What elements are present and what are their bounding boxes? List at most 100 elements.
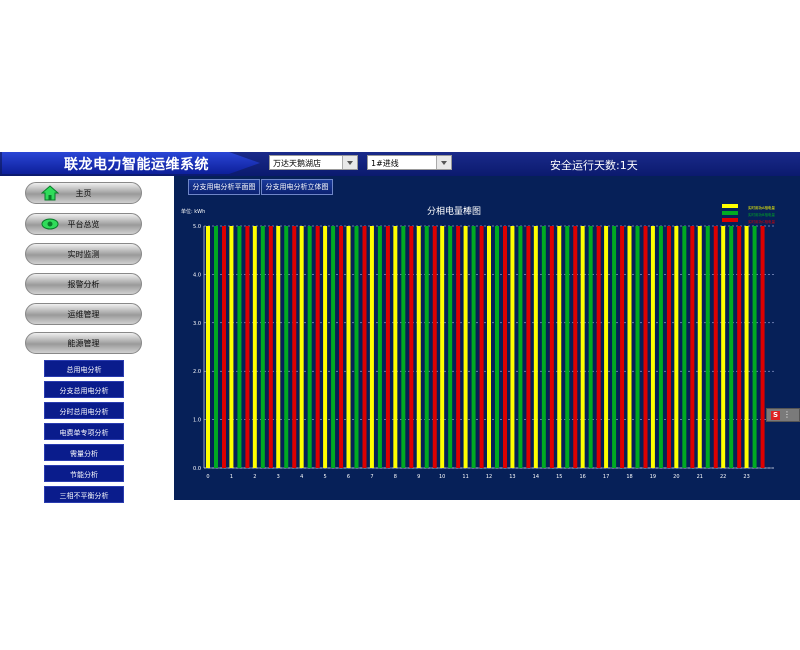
bar-a-phase: [252, 226, 257, 468]
bar-b-phase: [635, 226, 640, 468]
bar-b-phase: [658, 226, 663, 468]
submenu-label: 节能分析: [70, 471, 98, 479]
legend-label: 实时用功A相电量: [748, 205, 775, 210]
x-tick-label: 11: [462, 474, 468, 480]
bar-b-phase: [214, 226, 218, 468]
menu-item-energy[interactable]: 能源管理: [25, 332, 142, 354]
y-tick-label: 3.0: [193, 321, 201, 327]
line-select-value: 1#进线: [371, 159, 399, 168]
y-tick-label: 0.0: [193, 466, 201, 472]
bar-b-phase: [565, 226, 570, 468]
x-tick-label: 5: [323, 474, 326, 480]
bar-a-phase: [206, 226, 210, 468]
x-tick-label: 10: [439, 474, 445, 480]
submenu-bill-analysis[interactable]: 电费单专项分析: [44, 423, 124, 440]
submenu-label: 分时总用电分析: [59, 408, 109, 416]
menu-item-label: 实时监测: [67, 250, 100, 259]
bar-c-phase: [620, 226, 625, 468]
floating-widget[interactable]: S ⋮: [766, 408, 800, 422]
y-axis-label: 单位: kWh: [181, 208, 205, 215]
submenu-label: 电费单专项分析: [59, 429, 109, 437]
sidebar: 主页 平台总览 实时监测 报警分析 运维管理 能源管理 总用电分析 分支总用电分…: [0, 176, 174, 503]
bar-a-phase: [580, 226, 585, 468]
chevron-down-icon[interactable]: [436, 156, 451, 169]
bar-b-phase: [588, 226, 593, 468]
bar-b-phase: [729, 226, 734, 468]
y-tick-label: 4.0: [193, 272, 201, 278]
bar-c-phase: [292, 226, 297, 468]
bar-a-phase: [393, 226, 398, 468]
bar-b-phase: [377, 226, 382, 468]
x-tick-label: 15: [556, 474, 562, 480]
x-tick-label: 0: [206, 474, 209, 480]
x-tick-label: 19: [650, 474, 656, 480]
app-title: 联龙电力智能运维系统: [64, 157, 209, 173]
bar-b-phase: [471, 226, 476, 468]
x-tick-label: 16: [579, 474, 585, 480]
safe-run-days: 安全运行天数:1天: [550, 159, 638, 172]
x-tick-label: 8: [394, 474, 397, 480]
menu-item-label: 平台总览: [67, 220, 100, 229]
legend-label: 实时用功C相电量: [748, 219, 775, 224]
bar-b-phase: [307, 226, 312, 468]
menu-item-label: 能源管理: [67, 339, 100, 348]
bar-a-phase: [276, 226, 281, 468]
legend-swatch: [722, 204, 738, 208]
bar-c-phase: [526, 226, 531, 468]
bar-a-phase: [744, 226, 749, 468]
menu-item-label: 运维管理: [67, 310, 100, 319]
bar-a-phase: [557, 226, 562, 468]
bar-a-phase: [440, 226, 445, 468]
bar-b-phase: [682, 226, 687, 468]
bar-c-phase: [339, 226, 344, 468]
submenu-label: 分支总用电分析: [59, 387, 109, 395]
submenu-time-consumption[interactable]: 分时总用电分析: [44, 402, 124, 419]
bar-c-phase: [315, 226, 320, 468]
submenu-energy-saving[interactable]: 节能分析: [44, 465, 124, 482]
menu-item-alarm[interactable]: 报警分析: [25, 273, 142, 295]
tab-branch-3d[interactable]: 分支用电分析立体图: [261, 179, 333, 195]
bar-a-phase: [416, 226, 421, 468]
bar-c-phase: [479, 226, 484, 468]
bar-c-phase: [713, 226, 718, 468]
tab-branch-plan[interactable]: 分支用电分析平面图: [188, 179, 260, 195]
chevron-down-icon[interactable]: [342, 156, 357, 169]
site-select-value: 万达天鹅湖店: [273, 159, 321, 168]
x-tick-label: 14: [533, 474, 539, 480]
bar-c-phase: [409, 226, 414, 468]
bar-c-phase: [690, 226, 695, 468]
x-tick-label: 9: [417, 474, 420, 480]
bar-a-phase: [463, 226, 468, 468]
more-icon[interactable]: ⋮: [783, 410, 791, 419]
menu-item-label: 报警分析: [67, 280, 100, 289]
bar-b-phase: [518, 226, 523, 468]
menu-item-home[interactable]: 主页: [25, 182, 142, 204]
x-tick-label: 13: [509, 474, 515, 480]
menu-item-overview[interactable]: 平台总览: [25, 213, 142, 235]
widget-badge: S: [771, 411, 780, 420]
y-tick-label: 1.0: [193, 418, 201, 424]
menu-item-realtime[interactable]: 实时监测: [25, 243, 142, 265]
menu-item-maintenance[interactable]: 运维管理: [25, 303, 142, 325]
bar-b-phase: [752, 226, 757, 468]
line-select[interactable]: 1#进线: [367, 155, 452, 170]
bar-a-phase: [674, 226, 679, 468]
bar-b-phase: [424, 226, 429, 468]
submenu-branch-consumption[interactable]: 分支总用电分析: [44, 381, 124, 398]
bar-c-phase: [503, 226, 507, 468]
submenu-demand-analysis[interactable]: 需量分析: [44, 444, 124, 461]
bar-a-phase: [627, 226, 632, 468]
x-tick-label: 2: [253, 474, 256, 480]
bar-c-phase: [432, 226, 437, 468]
bar-b-phase: [237, 226, 242, 468]
bar-a-phase: [323, 226, 328, 468]
x-tick-label: 1: [230, 474, 233, 480]
submenu-total-consumption[interactable]: 总用电分析: [44, 360, 124, 377]
header-bar: 联龙电力智能运维系统 万达天鹅湖店 1#进线 安全运行天数:1天: [0, 152, 800, 176]
bar-c-phase: [268, 226, 273, 468]
submenu-three-phase-imbalance[interactable]: 三相不平衡分析: [44, 486, 124, 503]
submenu-label: 需量分析: [70, 450, 98, 458]
site-select[interactable]: 万达天鹅湖店: [269, 155, 358, 170]
x-tick-label: 12: [486, 474, 492, 480]
bar-a-phase: [604, 226, 609, 468]
